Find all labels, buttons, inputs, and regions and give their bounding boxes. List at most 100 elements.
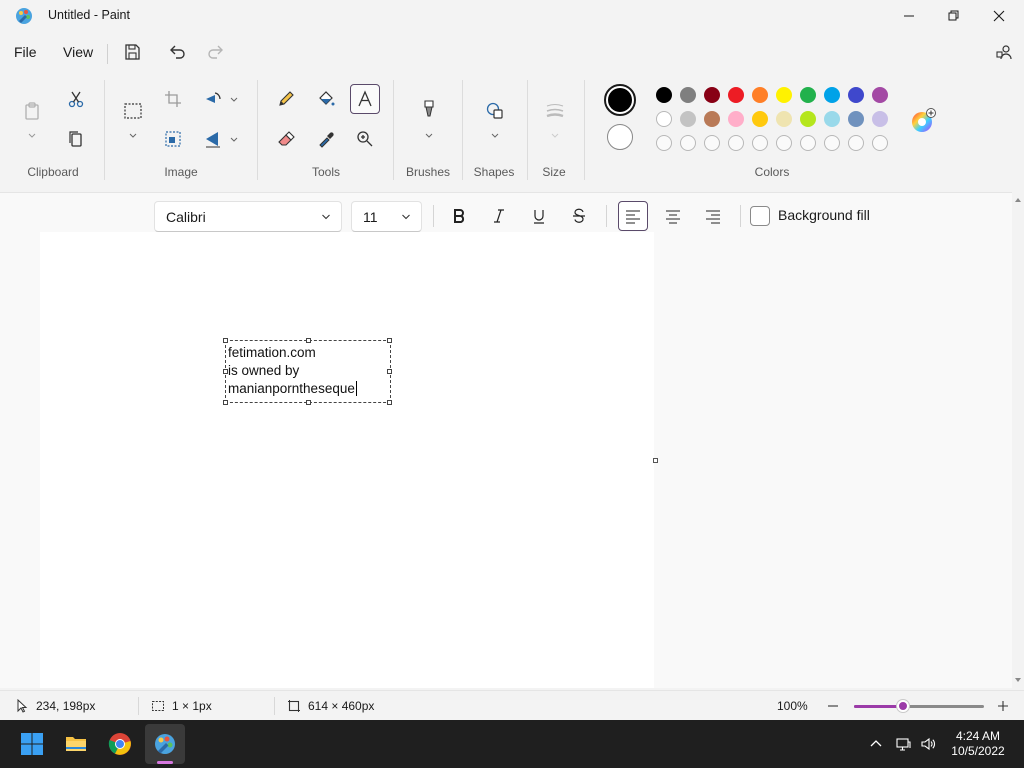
font-size-dropdown[interactable]: 11 <box>351 201 422 232</box>
custom-color-slot[interactable] <box>752 135 768 151</box>
custom-color-slot[interactable] <box>704 135 720 151</box>
drawing-canvas[interactable] <box>40 232 654 688</box>
color-swatch[interactable] <box>704 87 720 103</box>
color-swatch[interactable] <box>752 87 768 103</box>
secondary-color-swatch[interactable] <box>607 124 633 150</box>
file-explorer-button[interactable] <box>56 724 96 764</box>
color-swatch[interactable] <box>872 87 888 103</box>
color-swatch[interactable] <box>800 111 816 127</box>
zoom-out-icon[interactable] <box>826 699 840 713</box>
chrome-button[interactable] <box>100 724 140 764</box>
copy-button[interactable] <box>61 124 91 154</box>
select-button[interactable] <box>118 96 148 126</box>
color-swatch[interactable] <box>848 111 864 127</box>
italic-button[interactable] <box>484 201 514 231</box>
color-swatch[interactable] <box>824 111 840 127</box>
edit-colors-button[interactable] <box>910 108 936 134</box>
cut-button[interactable] <box>61 84 91 114</box>
menu-view[interactable]: View <box>63 42 93 62</box>
color-swatch[interactable] <box>680 111 696 127</box>
color-swatch[interactable] <box>728 87 744 103</box>
scroll-up-icon[interactable] <box>1014 196 1022 204</box>
account-button[interactable] <box>992 40 1016 64</box>
select-dropdown-chevron[interactable] <box>128 130 138 140</box>
network-button[interactable] <box>895 736 911 752</box>
start-button[interactable] <box>12 724 52 764</box>
shapes-dropdown-chevron[interactable] <box>490 130 500 140</box>
brushes-dropdown-chevron[interactable] <box>424 130 434 140</box>
vertical-scrollbar[interactable] <box>1012 192 1024 688</box>
custom-color-slot[interactable] <box>728 135 744 151</box>
bold-button[interactable] <box>444 201 474 231</box>
scroll-down-icon[interactable] <box>1014 676 1022 684</box>
text-box-handle[interactable] <box>223 369 228 374</box>
eraser-tool[interactable] <box>271 124 301 154</box>
zoom-slider-thumb[interactable] <box>897 700 910 712</box>
canvas-resize-handle[interactable] <box>653 458 658 463</box>
color-swatch[interactable] <box>728 111 744 127</box>
color-swatch[interactable] <box>800 87 816 103</box>
close-button[interactable] <box>976 0 1022 32</box>
text-box[interactable]: fetimation.com is owned by manianpornthe… <box>225 340 391 403</box>
shapes-button[interactable] <box>480 96 510 126</box>
color-swatch[interactable] <box>872 111 888 127</box>
text-box-handle[interactable] <box>387 369 392 374</box>
volume-button[interactable] <box>920 736 936 752</box>
underline-button[interactable] <box>524 201 554 231</box>
color-swatch[interactable] <box>656 111 672 127</box>
redo-button[interactable] <box>204 40 228 64</box>
custom-color-slot[interactable] <box>872 135 888 151</box>
color-swatch[interactable] <box>704 111 720 127</box>
color-picker-tool[interactable] <box>311 124 341 154</box>
rotate-button[interactable] <box>198 84 228 114</box>
pencil-tool[interactable] <box>271 84 301 114</box>
fill-tool[interactable] <box>311 84 341 114</box>
magnifier-tool[interactable] <box>350 124 380 154</box>
paste-dropdown-chevron[interactable] <box>27 130 37 140</box>
primary-color-swatch[interactable] <box>604 84 636 116</box>
color-swatch[interactable] <box>824 87 840 103</box>
color-swatch[interactable] <box>776 111 792 127</box>
minimize-button[interactable] <box>886 0 932 32</box>
color-swatch[interactable] <box>656 87 672 103</box>
text-box-handle[interactable] <box>223 338 228 343</box>
color-swatch[interactable] <box>848 87 864 103</box>
text-box-handle[interactable] <box>387 400 392 405</box>
paint-taskbar-button[interactable] <box>145 724 185 764</box>
resize-button[interactable] <box>158 124 188 154</box>
text-box-handle[interactable] <box>306 400 311 405</box>
strikethrough-button[interactable] <box>564 201 594 231</box>
custom-color-slot[interactable] <box>656 135 672 151</box>
color-swatch[interactable] <box>680 87 696 103</box>
flip-dropdown-chevron[interactable] <box>229 134 239 144</box>
size-dropdown-chevron[interactable] <box>550 130 560 140</box>
color-swatch[interactable] <box>752 111 768 127</box>
text-tool[interactable] <box>350 84 380 114</box>
save-button[interactable] <box>120 40 144 64</box>
menu-file[interactable]: File <box>14 42 37 62</box>
align-left-button[interactable] <box>618 201 648 231</box>
align-right-button[interactable] <box>698 201 728 231</box>
background-fill-checkbox[interactable] <box>750 206 770 226</box>
clock[interactable]: 4:24 AM 10/5/2022 <box>944 729 1012 759</box>
flip-button[interactable] <box>198 124 228 154</box>
size-button[interactable] <box>540 96 570 126</box>
rotate-dropdown-chevron[interactable] <box>229 94 239 104</box>
font-family-dropdown[interactable]: Calibri <box>154 201 342 232</box>
custom-color-slot[interactable] <box>680 135 696 151</box>
paste-button[interactable] <box>17 96 47 126</box>
brushes-button[interactable] <box>414 94 444 124</box>
maximize-button[interactable] <box>930 0 976 32</box>
show-hidden-icons-button[interactable] <box>868 736 884 752</box>
text-box-handle[interactable] <box>387 338 392 343</box>
zoom-slider-track[interactable] <box>854 705 984 708</box>
text-box-handle[interactable] <box>306 338 311 343</box>
undo-button[interactable] <box>165 40 189 64</box>
zoom-level[interactable]: 100% <box>777 699 808 713</box>
crop-button[interactable] <box>158 84 188 114</box>
custom-color-slot[interactable] <box>848 135 864 151</box>
zoom-in-icon[interactable] <box>996 699 1010 713</box>
custom-color-slot[interactable] <box>824 135 840 151</box>
text-box-handle[interactable] <box>223 400 228 405</box>
align-center-button[interactable] <box>658 201 688 231</box>
